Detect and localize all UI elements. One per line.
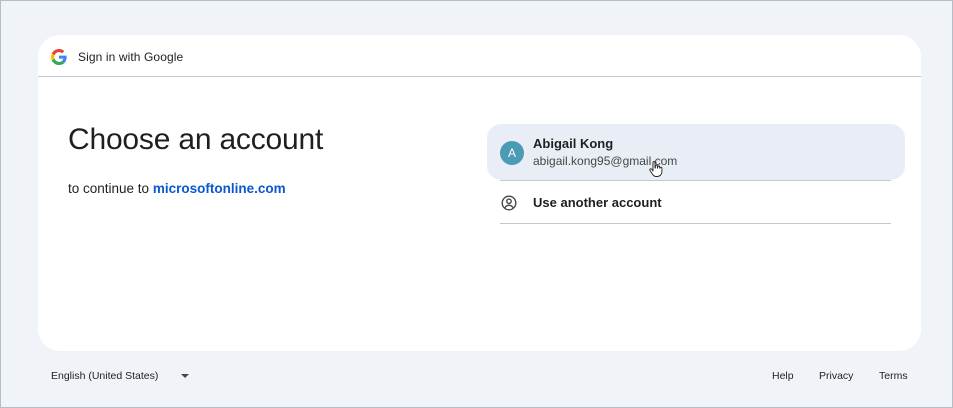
- account-item-abigail-kong[interactable]: A Abigail Kong abigail.kong95@gmail.com: [487, 124, 905, 180]
- privacy-link[interactable]: Privacy: [819, 370, 853, 382]
- google-g-icon: [51, 49, 67, 65]
- account-list: A Abigail Kong abigail.kong95@gmail.com …: [487, 124, 905, 224]
- card-header: Sign in with Google: [38, 35, 921, 77]
- person-circle-icon: [501, 195, 517, 211]
- subtitle-text: to continue to: [68, 181, 150, 196]
- hand-pointer-cursor-icon: [649, 161, 663, 177]
- page-subtitle: to continue to microsoftonline.com: [68, 181, 286, 196]
- continue-to-link[interactable]: microsoftonline.com: [153, 181, 286, 196]
- footer: English (United States) Help Privacy Ter…: [1, 367, 952, 387]
- header-title: Sign in with Google: [78, 50, 184, 64]
- help-link[interactable]: Help: [772, 370, 794, 382]
- page-title: Choose an account: [68, 123, 324, 156]
- divider: [500, 223, 891, 224]
- dropdown-arrow-icon[interactable]: [181, 374, 189, 378]
- terms-link[interactable]: Terms: [879, 370, 908, 382]
- language-select[interactable]: English (United States): [51, 370, 158, 382]
- use-another-account-label: Use another account: [533, 195, 662, 210]
- account-name: Abigail Kong: [533, 136, 614, 151]
- avatar: A: [500, 141, 524, 165]
- use-another-account-button[interactable]: Use another account: [487, 181, 905, 223]
- sign-in-card: Sign in with Google Choose an account to…: [38, 35, 921, 351]
